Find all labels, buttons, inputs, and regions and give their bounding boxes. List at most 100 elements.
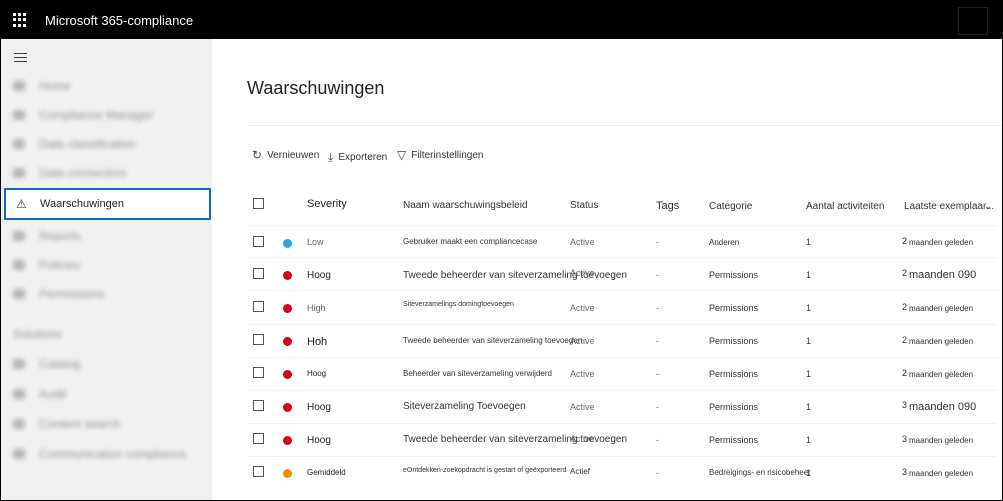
filter-settings-button[interactable]: ▽ Filterinstellingen: [397, 148, 484, 162]
sidebar-item-data-connectors[interactable]: Data connectors: [13, 166, 126, 180]
sidebar: Home Compliance Manager Data classificat…: [1, 39, 212, 500]
tags-text: -: [656, 369, 659, 379]
severity-high-dot-icon: [283, 370, 292, 379]
tags-text: -: [656, 435, 659, 445]
row-checkbox[interactable]: [253, 400, 264, 411]
category-text: Permissions: [709, 369, 759, 379]
sidebar-item-compliance-manager[interactable]: Compliance Manager: [13, 108, 153, 122]
sidebar-item-catalog[interactable]: Catalog: [13, 357, 80, 371]
category-text: Anderen: [709, 238, 740, 247]
page-title: Waarschuwingen: [247, 78, 385, 98]
category-text: Permissions: [709, 402, 759, 412]
column-header-severity[interactable]: Severity: [307, 198, 347, 210]
row-checkbox[interactable]: [253, 466, 264, 477]
activity-count: 1: [806, 369, 812, 379]
last-occurrence-number: 2: [902, 335, 908, 345]
last-occurrence-text: maanden geleden: [909, 238, 974, 247]
sidebar-item-home[interactable]: Home: [13, 79, 71, 93]
column-header-last-occurrence[interactable]: Laatste exemplaar...: [904, 201, 994, 212]
classification-icon: [13, 139, 25, 149]
policy-name[interactable]: Siteverzamelings domingtoevoegen: [403, 301, 514, 308]
severity-medium-dot-icon: [283, 469, 292, 478]
column-options-chevron-icon[interactable]: ⌄: [984, 201, 992, 212]
activity-count: 1: [806, 237, 812, 247]
tags-text: -: [656, 336, 659, 346]
export-button[interactable]: ⤓ Exporteren: [328, 150, 387, 165]
activity-count: 1: [806, 468, 812, 478]
select-all-checkbox[interactable]: [253, 198, 264, 209]
catalog-icon: [13, 359, 25, 369]
row-checkbox[interactable]: [253, 301, 264, 312]
avatar[interactable]: [958, 7, 988, 35]
refresh-button[interactable]: ↻ Vernieuwen: [252, 148, 319, 162]
activity-count: 1: [806, 303, 812, 313]
app-window: Microsoft 365-compliance Home Compliance…: [0, 0, 1003, 501]
category-text: Bedreigings- en risicobeheer: [709, 468, 811, 477]
sidebar-item-audit[interactable]: Audit: [13, 387, 66, 401]
sidebar-item-waarschuwingen[interactable]: ⚠ Waarschuwingen: [4, 188, 211, 220]
activity-count: 1: [806, 336, 812, 346]
severity-high-dot-icon: [283, 436, 292, 445]
filter-icon: ▽: [397, 148, 407, 162]
row-divider: [247, 390, 997, 391]
status-text: Active: [570, 268, 595, 278]
policy-name[interactable]: Siteverzameling Toevoegen: [403, 401, 526, 412]
column-header-tags[interactable]: Tags: [656, 200, 679, 212]
column-header-category[interactable]: Categorie: [709, 201, 752, 212]
policy-name[interactable]: Tweede beheerder van siteverzameling toe…: [403, 336, 582, 345]
header-divider: [247, 225, 997, 226]
last-occurrence-text: maanden geleden: [909, 337, 974, 346]
severity-text: Low: [307, 237, 324, 247]
row-checkbox[interactable]: [253, 334, 264, 345]
row-checkbox[interactable]: [253, 268, 264, 279]
column-header-activities[interactable]: Aantal activiteiten: [806, 201, 884, 212]
row-checkbox[interactable]: [253, 433, 264, 444]
compliance-icon: [13, 110, 25, 120]
tags-text: -: [656, 303, 659, 313]
policy-name[interactable]: Gebruiker maakt een compliancecase: [403, 237, 537, 246]
status-text: Active: [570, 434, 595, 444]
last-occurrence-number: 3: [902, 400, 908, 410]
activity-count: 1: [806, 435, 812, 445]
sidebar-item-data-classification[interactable]: Data classification: [13, 137, 136, 151]
policy-name[interactable]: eOntdekken-zoekopdracht is gestart of ge…: [403, 467, 566, 474]
sidebar-item-communication-compliance[interactable]: Communication compliance: [13, 447, 186, 461]
last-occurrence-text: maanden geleden: [909, 469, 974, 478]
column-header-policy[interactable]: Naam waarschuwingsbeleid: [403, 200, 528, 211]
status-text: Active: [570, 402, 595, 412]
search-icon: [13, 419, 25, 429]
last-occurrence-text: maanden 090: [909, 401, 977, 413]
category-text: Permissions: [709, 435, 759, 445]
severity-low-dot-icon: [283, 239, 292, 248]
category-text: Permissions: [709, 303, 759, 313]
last-occurrence-number: 2: [902, 268, 908, 278]
sidebar-item-permissions[interactable]: Permissions: [13, 287, 104, 301]
row-checkbox[interactable]: [253, 236, 264, 247]
row-divider: [247, 423, 997, 424]
row-checkbox[interactable]: [253, 367, 264, 378]
severity-text: Hoh: [307, 336, 328, 348]
sidebar-item-content-search[interactable]: Content search: [13, 417, 120, 431]
severity-text: Hoog: [307, 270, 331, 281]
status-text: Active: [570, 336, 595, 346]
policy-name[interactable]: Beheerder van siteverzameling verwijderd: [403, 369, 552, 378]
policies-icon: [13, 260, 25, 270]
severity-text: Hoog: [307, 435, 331, 446]
severity-text: Hoog: [307, 402, 331, 413]
home-icon: [13, 81, 25, 91]
severity-high-dot-icon: [283, 337, 292, 346]
sidebar-item-policies[interactable]: Policies: [13, 258, 80, 272]
app-launcher-icon[interactable]: [13, 13, 27, 27]
sidebar-item-reports[interactable]: Reports: [13, 229, 81, 243]
row-divider: [247, 456, 997, 457]
column-header-status[interactable]: Status: [570, 200, 598, 211]
hamburger-icon[interactable]: [14, 53, 27, 65]
last-occurrence-text: maanden geleden: [909, 370, 974, 379]
app-title[interactable]: Microsoft 365-compliance: [45, 13, 193, 28]
audit-icon: [13, 389, 25, 399]
status-text: Active: [570, 303, 595, 313]
severity-text: Gemiddeld: [307, 468, 346, 477]
tags-text: -: [656, 468, 659, 478]
last-occurrence-text: maanden 090: [909, 269, 977, 281]
row-divider: [247, 324, 997, 325]
